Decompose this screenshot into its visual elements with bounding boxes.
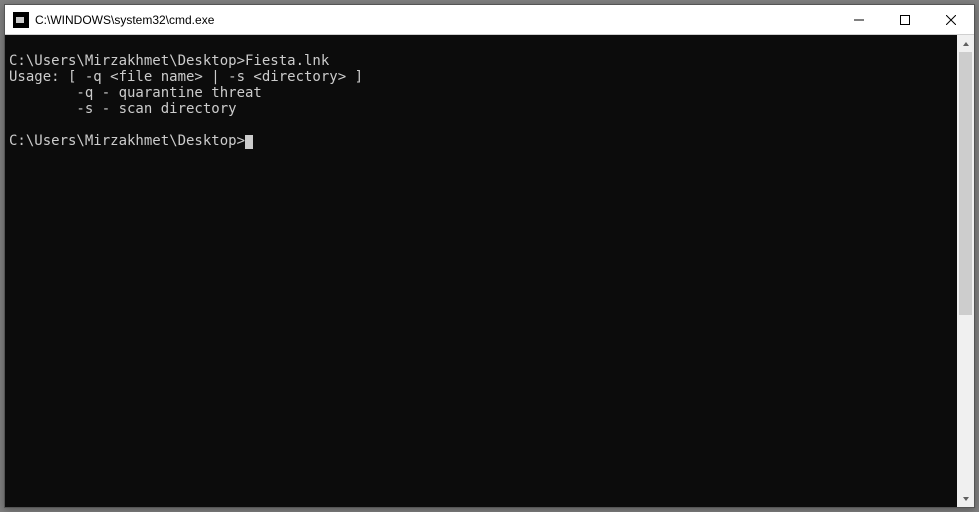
- client-area: C:\Users\Mirzakhmet\Desktop>Fiesta.lnkUs…: [5, 35, 974, 507]
- cmd-icon: [13, 12, 29, 28]
- terminal-line: [9, 117, 953, 133]
- terminal-line: Usage: [ -q <file name> | -s <directory>…: [9, 69, 953, 85]
- chevron-down-icon: [962, 495, 970, 503]
- scrollbar-thumb[interactable]: [959, 52, 972, 315]
- close-button[interactable]: [928, 5, 974, 35]
- terminal-line: -s - scan directory: [9, 101, 953, 117]
- chevron-up-icon: [962, 40, 970, 48]
- terminal-cursor: [245, 135, 253, 149]
- close-icon: [946, 15, 956, 25]
- terminal-line: C:\Users\Mirzakhmet\Desktop>: [9, 133, 953, 149]
- minimize-icon: [854, 15, 864, 25]
- scrollbar-track[interactable]: [957, 52, 974, 490]
- cmd-window: C:\WINDOWS\system32\cmd.exe C:\Users\Mir…: [4, 4, 975, 508]
- scroll-up-button[interactable]: [957, 35, 974, 52]
- window-title: C:\WINDOWS\system32\cmd.exe: [35, 13, 214, 27]
- vertical-scrollbar[interactable]: [957, 35, 974, 507]
- terminal-line: [9, 37, 953, 53]
- titlebar[interactable]: C:\WINDOWS\system32\cmd.exe: [5, 5, 974, 35]
- maximize-icon: [900, 15, 910, 25]
- terminal-line: C:\Users\Mirzakhmet\Desktop>Fiesta.lnk: [9, 53, 953, 69]
- maximize-button[interactable]: [882, 5, 928, 35]
- scroll-down-button[interactable]: [957, 490, 974, 507]
- terminal-output[interactable]: C:\Users\Mirzakhmet\Desktop>Fiesta.lnkUs…: [5, 35, 957, 507]
- minimize-button[interactable]: [836, 5, 882, 35]
- terminal-line: -q - quarantine threat: [9, 85, 953, 101]
